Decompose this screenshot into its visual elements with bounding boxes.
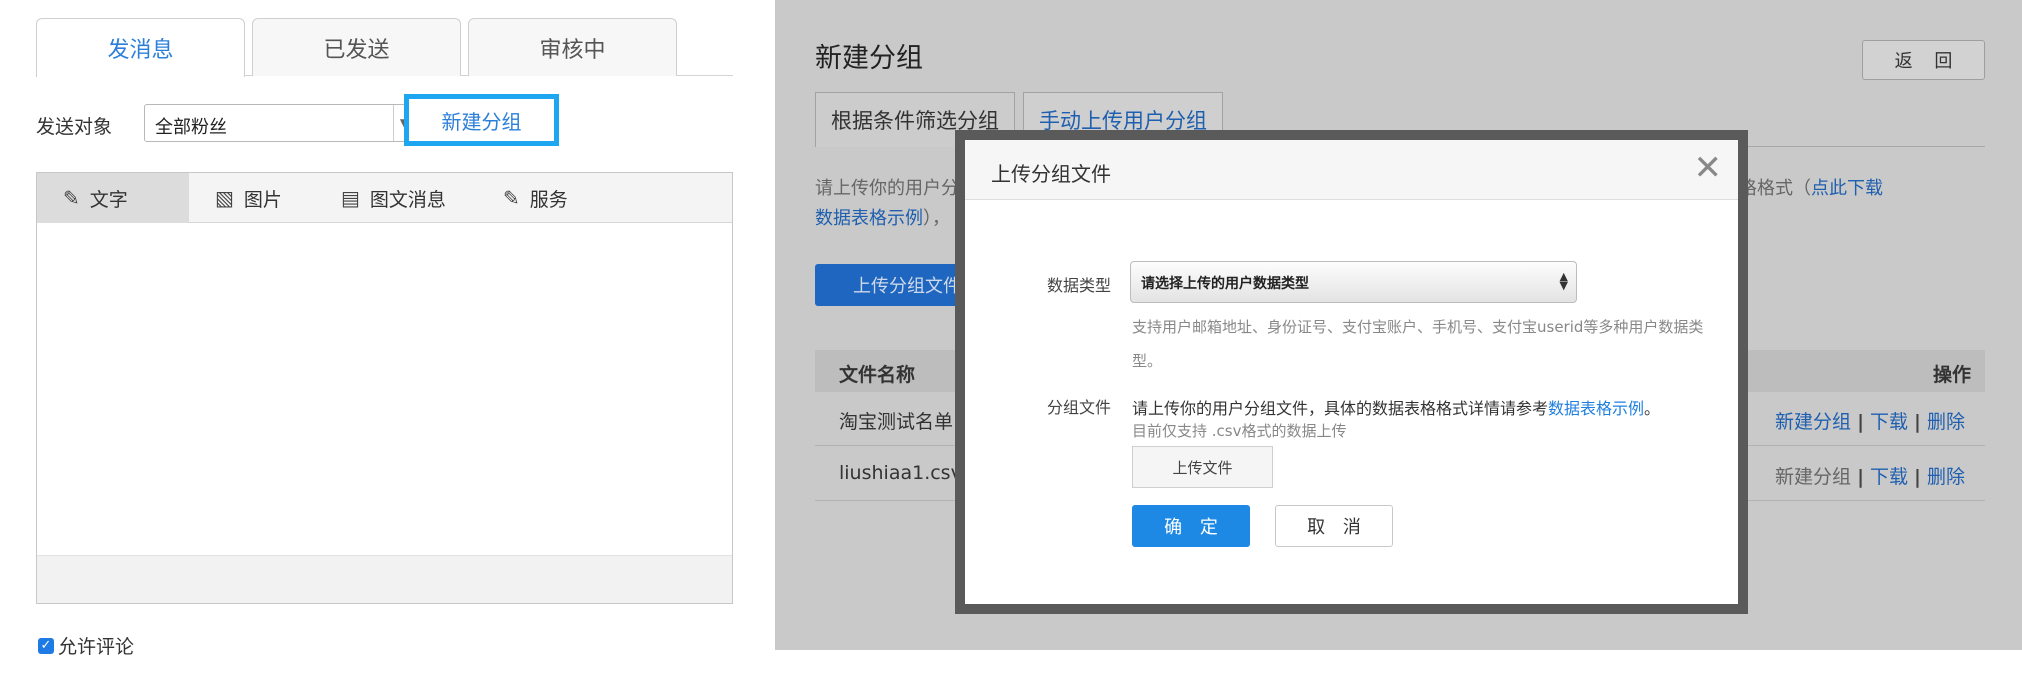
group-file-description: 请上传你的用户分组文件，具体的数据表格格式详情请参考数据表格示例。 [1132, 395, 1660, 419]
checkbox-checked-icon[interactable]: ✓ [38, 637, 54, 654]
tab-reviewing[interactable]: 审核中 [468, 18, 677, 76]
col-operations: 操作 [1932, 364, 1971, 386]
row-new-group-link[interactable]: 新建分组 [1775, 411, 1851, 433]
tool-text-label: 文字 [89, 188, 128, 211]
tool-news[interactable]: ▤ 图文消息 [315, 173, 472, 223]
file-desc-end: 。 [1644, 399, 1661, 418]
tab-sent[interactable]: 已发送 [252, 18, 461, 76]
separator: | [1914, 466, 1921, 488]
back-button[interactable]: 返 回 [1862, 40, 1985, 80]
data-type-select[interactable]: 请选择上传的用户数据类型 ▲ ▼ [1130, 261, 1577, 303]
group-file-label: 分组文件 [1047, 398, 1112, 417]
upload-file-button[interactable]: 上传文件 [1132, 446, 1273, 488]
send-target-select[interactable]: 全部粉丝 ▼ [144, 104, 416, 142]
tool-image-label: 图片 [243, 188, 282, 211]
page-title: 新建分组 [815, 43, 923, 74]
upload-dialog-frame: 上传分组文件 ✕ 数据类型 请选择上传的用户数据类型 ▲ ▼ 支持用户邮箱地址、身… [955, 130, 1748, 614]
tool-text[interactable]: ✎ 文字 [37, 173, 189, 223]
dialog-header: 上传分组文件 ✕ [965, 140, 1738, 200]
send-target-row: 发送对象 全部粉丝 ▼ 新建分组 [36, 94, 736, 146]
tool-service[interactable]: ✎ 服务 [477, 173, 594, 223]
desc-start: 请上传你的用户分 [815, 178, 959, 199]
new-group-button[interactable]: 新建分组 [404, 94, 559, 146]
confirm-button[interactable]: 确 定 [1132, 505, 1250, 547]
allow-comment-row[interactable]: ✓ 允许评论 [38, 632, 134, 659]
separator: | [1857, 466, 1865, 488]
news-icon: ▤ [341, 186, 360, 210]
row-delete-link[interactable]: 删除 [1927, 466, 1965, 488]
pencil-icon: ✎ [63, 186, 80, 210]
dialog-title: 上传分组文件 [991, 162, 1111, 186]
data-type-hint: 支持用户邮箱地址、身份证号、支付宝账户、手机号、支付宝userid等多种用户数据… [1132, 318, 1704, 370]
close-icon[interactable]: ✕ [1694, 148, 1723, 188]
tab-send-message[interactable]: 发消息 [36, 18, 245, 77]
download-link[interactable]: 点此下载 [1811, 178, 1883, 199]
row-new-group-link[interactable]: 新建分组 [1775, 466, 1851, 488]
allow-comment-label: 允许评论 [58, 636, 135, 658]
tool-service-label: 服务 [529, 188, 568, 211]
cancel-button[interactable]: 取 消 [1275, 505, 1393, 547]
file-name: 淘宝测试名单. [839, 411, 960, 433]
new-group-panel: 新建分组 返 回 根据条件筛选分组 手动上传用户分组 请上传你的用户分考数据表格… [775, 0, 2022, 650]
col-file-name: 文件名称 [839, 364, 916, 386]
row-download-link[interactable]: 下载 [1870, 411, 1908, 433]
editor-toolbar: ✎ 文字 ▧ 图片 ▤ 图文消息 ✎ 服务 [37, 173, 732, 223]
pencil-icon: ✎ [503, 186, 520, 210]
separator: | [1914, 411, 1921, 433]
image-icon: ▧ [215, 186, 234, 210]
file-name: liushiaa1.csv [839, 462, 962, 484]
select-arrows-icon: ▲ ▼ [1559, 270, 1568, 292]
message-editor: ✎ 文字 ▧ 图片 ▤ 图文消息 ✎ 服务 [36, 172, 733, 604]
separator: | [1857, 411, 1865, 433]
desc-end: ）， [923, 208, 950, 229]
file-format-note: 目前仅支持 .csv格式的数据上传 [1132, 422, 1347, 440]
send-target-value: 全部粉丝 [155, 117, 227, 138]
row-operations: 新建分组 | 下载 | 删除 [1775, 462, 1965, 489]
file-desc-text: 请上传你的用户分组文件，具体的数据表格格式详情请参考 [1132, 399, 1549, 418]
tool-news-label: 图文消息 [369, 188, 446, 211]
editor-text-area[interactable] [37, 223, 732, 557]
data-type-label: 数据类型 [1047, 276, 1112, 295]
row-delete-link[interactable]: 删除 [1927, 411, 1965, 433]
tool-image[interactable]: ▧ 图片 [189, 173, 308, 223]
sample-link[interactable]: 数据表格示例 [815, 208, 923, 229]
row-download-link[interactable]: 下载 [1870, 466, 1908, 488]
upload-dialog: 上传分组文件 ✕ 数据类型 请选择上传的用户数据类型 ▲ ▼ 支持用户邮箱地址、身… [965, 140, 1738, 604]
message-tabs: 发消息 已发送 审核中 [36, 18, 733, 77]
message-panel: 发消息 已发送 审核中 发送对象 全部粉丝 ▼ 新建分组 ✎ 文字 ▧ 图片 ▤… [0, 0, 775, 677]
editor-footer [37, 555, 732, 603]
data-type-value: 请选择上传的用户数据类型 [1141, 276, 1309, 292]
row-operations: 新建分组 | 下载 | 删除 [1775, 407, 1965, 434]
sample-table-link[interactable]: 数据表格示例 [1548, 399, 1644, 418]
send-target-label: 发送对象 [36, 116, 113, 138]
